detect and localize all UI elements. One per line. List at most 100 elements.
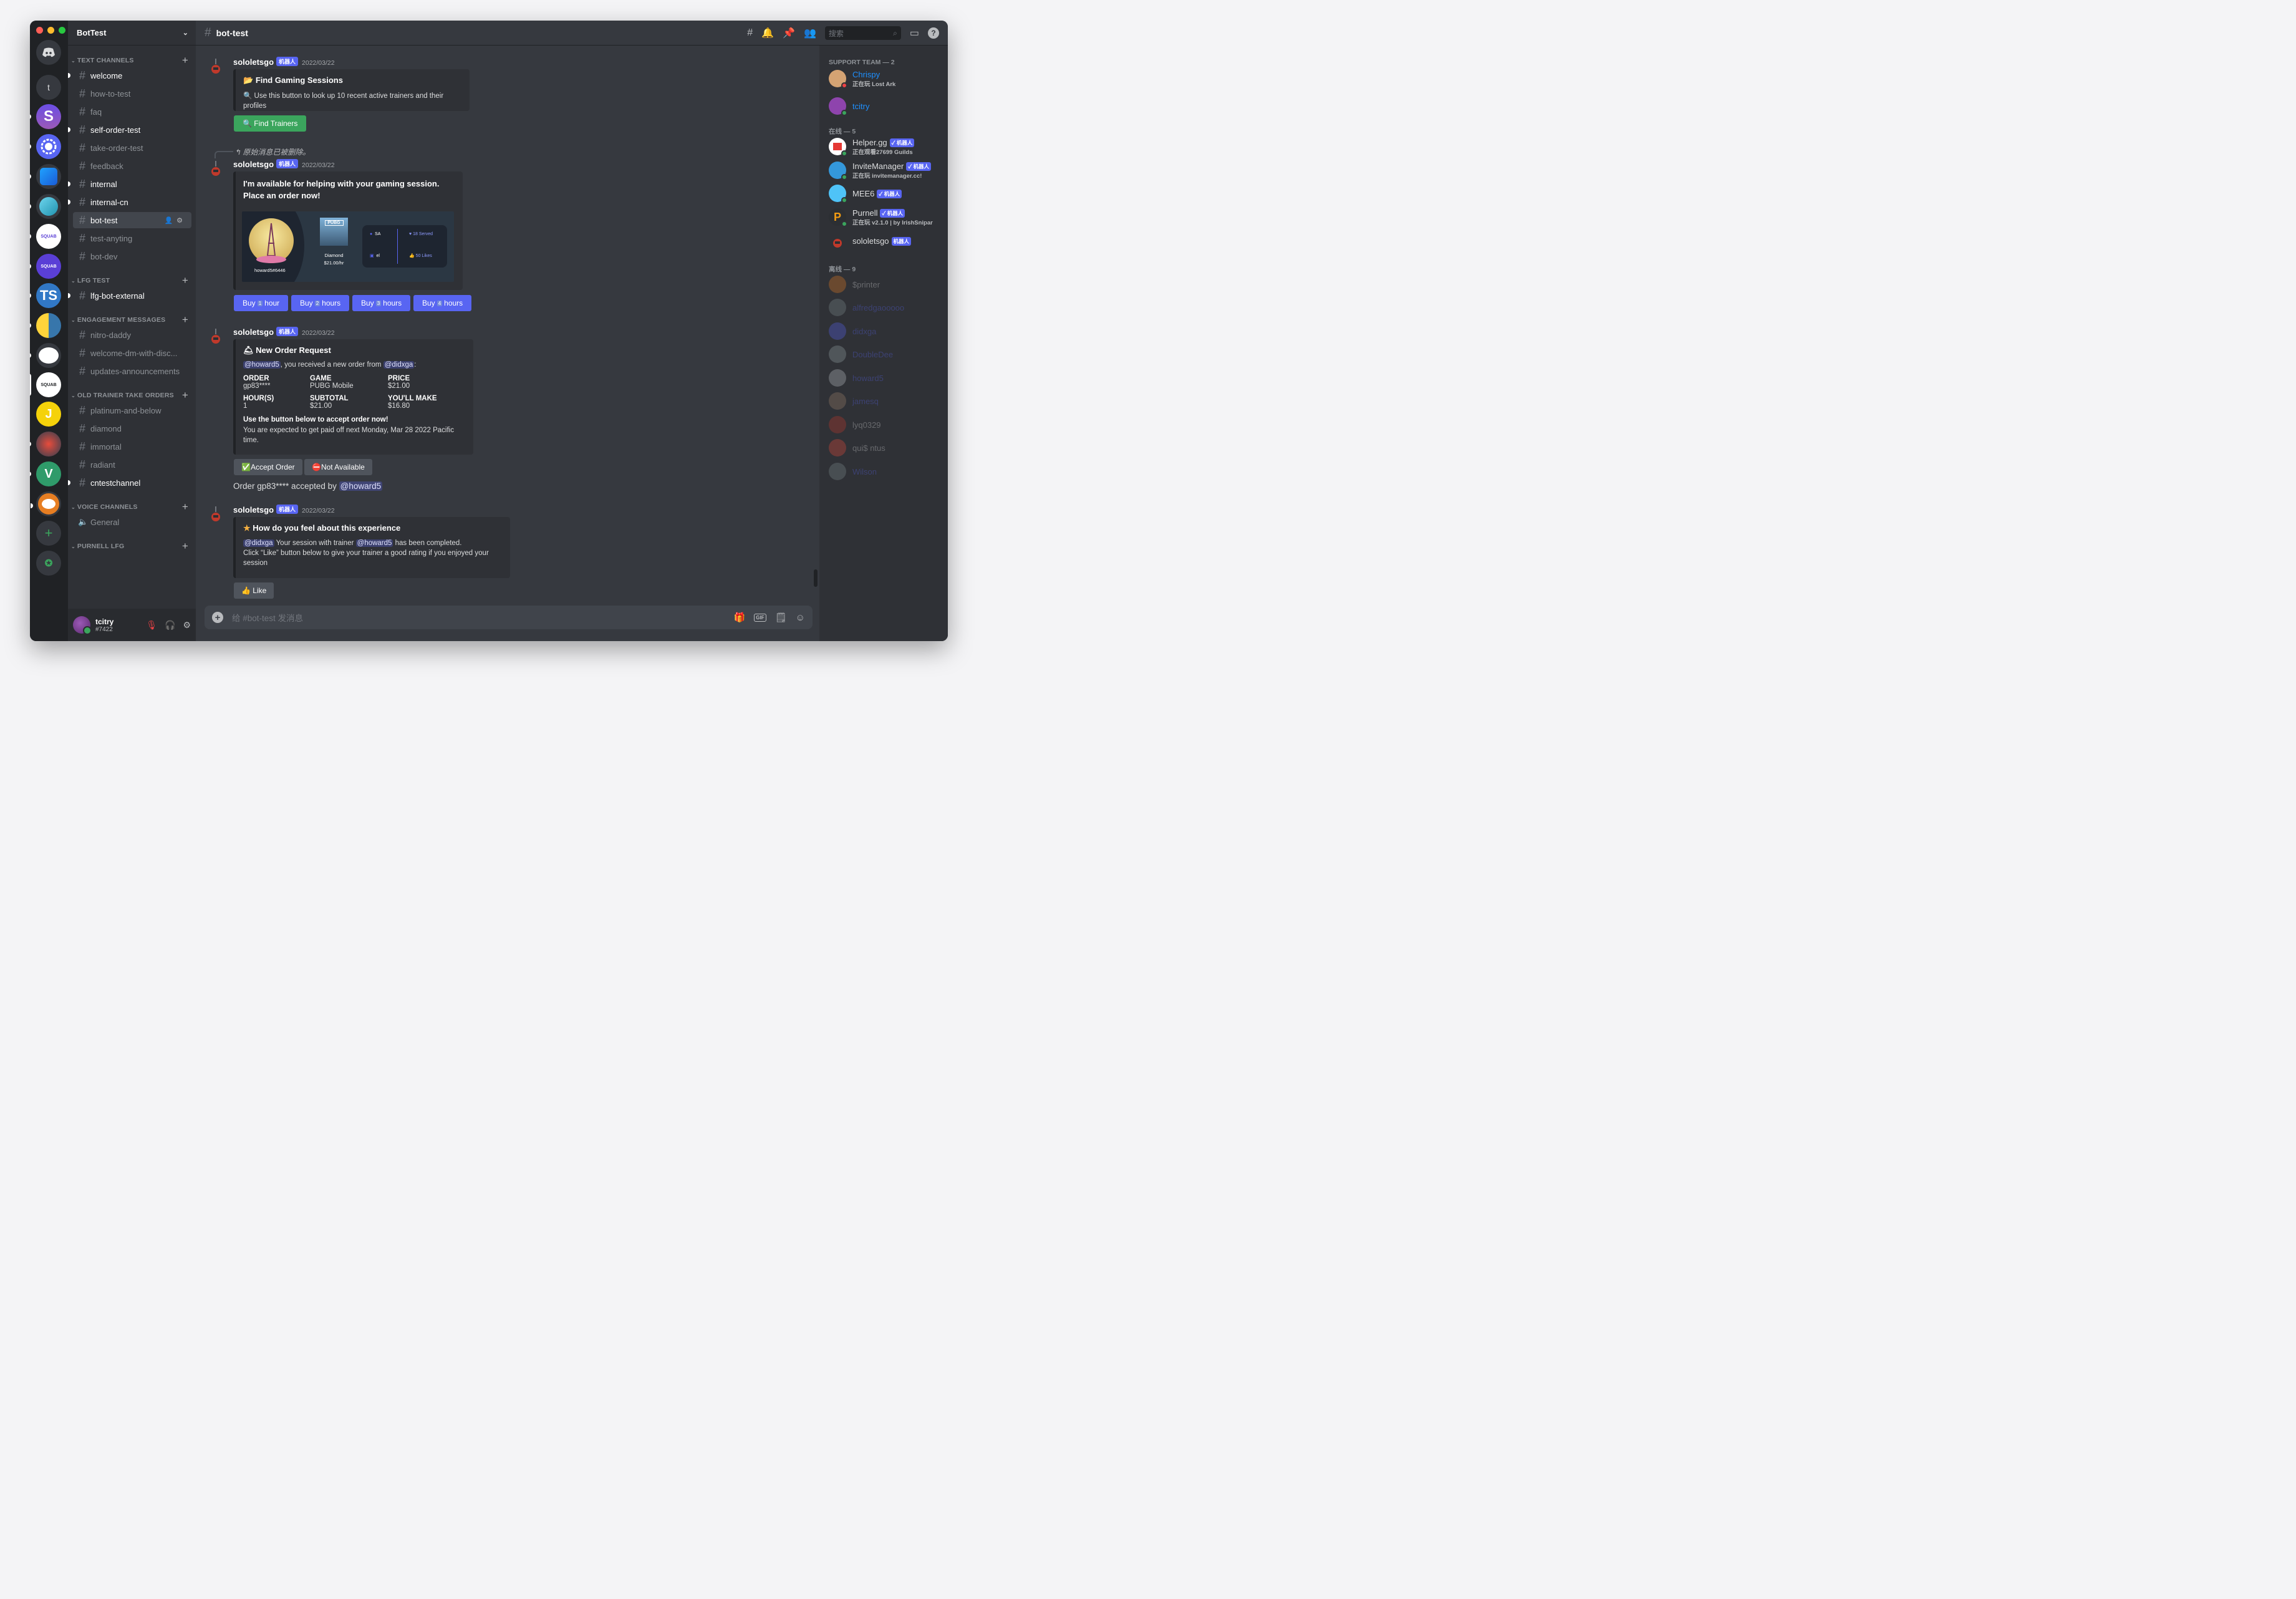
category-purnell-lfg[interactable]: ⌄ PURNELL LFG + xyxy=(68,540,196,553)
category-text-channels[interactable]: ⌄ TEXT CHANNELS + xyxy=(68,54,196,67)
server-discord[interactable] xyxy=(30,134,61,159)
server-art[interactable] xyxy=(30,432,61,457)
inbox-icon[interactable]: ▭ xyxy=(910,27,919,39)
bot-avatar[interactable] xyxy=(207,505,224,522)
threads-icon[interactable]: # xyxy=(747,27,753,39)
member-howard5[interactable]: howard5 xyxy=(829,367,947,389)
category-old-trainer[interactable]: ⌄ OLD TRAINER TAKE ORDERS + xyxy=(68,389,196,402)
member-didxga[interactable]: didxga xyxy=(829,320,947,342)
scrollbar-thumb[interactable] xyxy=(814,569,818,587)
channel-diamond[interactable]: # diamond xyxy=(73,420,191,437)
author-name[interactable]: sololetsgo xyxy=(233,160,274,169)
trainer-profile-card[interactable]: howard5#6446 PUBG Diamond $21.00/hr ● SA… xyxy=(242,211,454,282)
chat-scrollbar[interactable] xyxy=(814,46,818,587)
member-quis-ntus[interactable]: qui$ ntus xyxy=(829,437,947,459)
channel-feedback[interactable]: # feedback xyxy=(73,158,191,174)
author-name[interactable]: sololetsgo xyxy=(233,505,274,514)
server-squad[interactable]: SQUAB xyxy=(30,224,61,249)
channel-updates-announcements[interactable]: # updates-announcements xyxy=(73,363,191,379)
author-name[interactable]: sololetsgo xyxy=(233,327,274,337)
add-server-icon[interactable]: + xyxy=(36,521,61,546)
member-mee6[interactable]: MEE6 ✓ 机器人 xyxy=(829,182,947,205)
category-lfg-test[interactable]: ⌄ LFG TEST + xyxy=(68,274,196,287)
pinned-messages-icon[interactable]: 📌 xyxy=(783,27,795,39)
category-voice-channels[interactable]: ⌄ VOICE CHANNELS + xyxy=(68,501,196,513)
server-vue[interactable]: V xyxy=(30,461,61,486)
server-t[interactable]: t xyxy=(36,75,61,100)
message-author[interactable]: sololetsgo 机器人 2022/03/22 xyxy=(233,505,335,514)
buy-1-hour-button[interactable]: Buy 1 hour xyxy=(234,295,289,311)
buy-3-hours-button[interactable]: Buy 3 hours xyxy=(352,295,411,311)
member-helper-gg[interactable]: Helper.gg ✓ 机器人 正在观看27699 Guilds xyxy=(829,135,947,158)
channel-lfg-bot-external[interactable]: # lfg-bot-external xyxy=(68,287,191,304)
headphones-icon[interactable]: 🎧 xyxy=(165,620,175,630)
channel-settings-icons[interactable]: 👤⚙ xyxy=(164,216,186,225)
channel-welcome[interactable]: # welcome xyxy=(68,67,191,84)
user-mention[interactable]: @didxga xyxy=(243,539,274,547)
message-author[interactable]: sololetsgo 机器人 2022/03/22 xyxy=(233,327,335,337)
buy-2-hours-button[interactable]: Buy 2 hours xyxy=(291,295,350,311)
accept-order-button[interactable]: ✅ Accept Order xyxy=(234,459,302,475)
guild-header[interactable]: BotTest ⌄ xyxy=(68,21,196,46)
create-channel-icon[interactable]: + xyxy=(182,314,188,326)
category-engagement-messages[interactable]: ⌄ ENGAGEMENT MESSAGES + xyxy=(68,314,196,326)
member-alfredgaooooo[interactable]: alfredgaooooo xyxy=(829,296,947,319)
user-mention[interactable]: @didxga xyxy=(383,361,415,369)
member-invitemanager[interactable]: InviteManager ✓ 机器人 正在玩 invitemanager.cc! xyxy=(829,159,947,181)
sticker-icon[interactable]: 🗒 xyxy=(775,612,787,623)
server-bottest[interactable]: SQUAB xyxy=(30,372,61,397)
channel-bot-test[interactable]: # bot-test 👤⚙ xyxy=(73,212,191,228)
gif-icon[interactable]: GIF xyxy=(754,613,766,622)
user-mention[interactable]: @howard5 xyxy=(339,481,383,491)
member-list-icon[interactable]: 👥 xyxy=(804,27,816,39)
user-mention[interactable]: @howard5 xyxy=(243,361,281,369)
server-ts[interactable]: TS xyxy=(30,283,61,308)
member-sprinter[interactable]: $printer xyxy=(829,273,947,296)
channel-internal[interactable]: # internal xyxy=(68,176,191,192)
member-purnell[interactable]: P Purnell ✓ 机器人 正在玩 v2.1.0 | by IrishSnipa… xyxy=(829,206,947,228)
create-channel-icon[interactable]: + xyxy=(182,501,188,513)
search-input[interactable]: 搜索 ⌕ xyxy=(824,26,901,40)
close-window-button[interactable] xyxy=(36,27,43,34)
server-owl[interactable] xyxy=(31,491,61,516)
emoji-icon[interactable]: ☺ xyxy=(796,612,805,623)
channel-bot-dev[interactable]: # bot-dev xyxy=(73,248,191,264)
bot-avatar[interactable] xyxy=(207,57,224,74)
channel-cntestchannel[interactable]: # cntestchannel xyxy=(68,475,191,491)
user-mention[interactable]: @howard5 xyxy=(355,539,393,547)
like-button[interactable]: 👍 Like xyxy=(234,582,274,599)
user-avatar[interactable] xyxy=(73,616,92,635)
server-squad-2[interactable]: SQUAB xyxy=(30,254,61,279)
bot-avatar[interactable] xyxy=(207,159,224,176)
member-wilson[interactable]: Wilson xyxy=(829,460,947,483)
message-author[interactable]: sololetsgo 机器人 2022/03/22 xyxy=(233,159,335,169)
chevron-down-icon[interactable]: ⌄ xyxy=(183,29,188,37)
message-composer[interactable]: + 给 #bot-test 发消息 🎁 GIF 🗒 ☺ xyxy=(205,606,813,629)
explore-servers-icon[interactable]: ✪ xyxy=(36,551,61,576)
create-channel-icon[interactable]: + xyxy=(182,389,188,402)
channel-platinum-and-below[interactable]: # platinum-and-below xyxy=(73,402,191,418)
create-channel-icon[interactable]: + xyxy=(182,274,188,287)
channel-test-anyting[interactable]: # test-anyting xyxy=(73,230,191,246)
server-j[interactable]: J xyxy=(36,402,61,427)
channel-radiant[interactable]: # radiant xyxy=(73,457,191,473)
server-bubble[interactable] xyxy=(30,194,61,219)
server-reddit[interactable] xyxy=(30,343,61,368)
channel-self-order-test[interactable]: # self-order-test xyxy=(68,122,191,138)
direct-messages-icon[interactable] xyxy=(36,40,61,65)
help-icon[interactable]: ? xyxy=(928,27,939,39)
channel-immortal[interactable]: # immortal xyxy=(73,438,191,455)
server-s-team[interactable]: S xyxy=(30,104,61,129)
server-xcode[interactable] xyxy=(30,164,61,189)
create-channel-icon[interactable]: + xyxy=(182,540,188,553)
minimize-window-button[interactable] xyxy=(47,27,54,34)
find-trainers-button[interactable]: 🔍 Find Trainers xyxy=(234,115,307,132)
create-channel-icon[interactable]: + xyxy=(182,54,188,67)
message-author[interactable]: sololetsgo 机器人 2022/03/22 xyxy=(233,57,335,67)
upload-plus-icon[interactable]: + xyxy=(212,612,223,623)
channel-welcome-dm[interactable]: # welcome-dm-with-disc... xyxy=(73,345,191,361)
not-available-button[interactable]: ⛔ Not Available xyxy=(304,459,372,475)
reply-preview[interactable]: ↰ 原始消息已被删除。 xyxy=(234,147,310,157)
channel-faq[interactable]: # faq xyxy=(73,104,191,120)
member-chrispy[interactable]: Chrispy 正在玩 Lost Ark xyxy=(829,67,947,90)
